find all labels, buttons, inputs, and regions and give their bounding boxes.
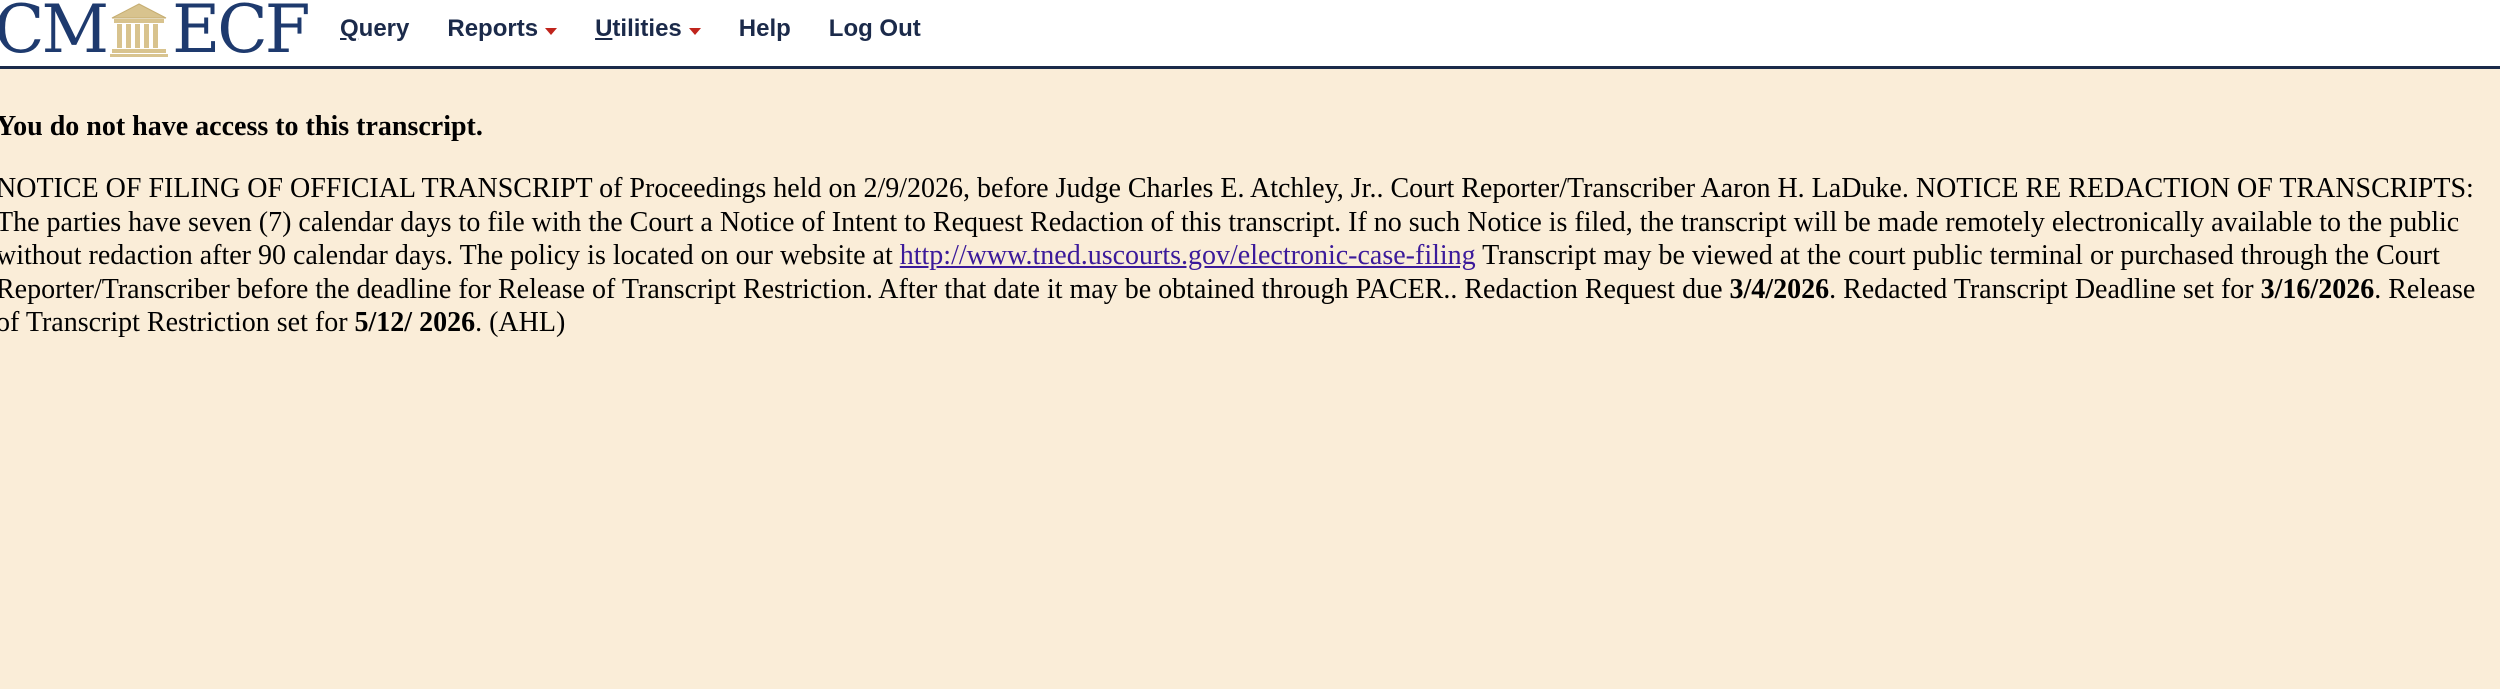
notice-text-3: . Redacted Transcript Deadline set for xyxy=(1829,273,2261,305)
menu-utilities-label: tilities xyxy=(612,15,682,42)
menu-reports-label: Reports xyxy=(447,15,539,42)
notice-text-5: . (AHL) xyxy=(475,307,566,338)
release-restriction-date: 5/12/ 2026 xyxy=(354,307,476,338)
logo-text-right: ECF xyxy=(172,0,310,68)
court-website-link[interactable]: http://www.tned.uscourts.gov/electronic-… xyxy=(900,240,1476,271)
main-menu: Query Reports Utilities Help Log Out xyxy=(340,0,959,58)
menu-utilities[interactable]: Utilities xyxy=(595,15,701,43)
access-denied-message: You do not have access to this transcrip… xyxy=(0,111,483,142)
menu-query-accesskey: Q xyxy=(340,15,359,42)
transcript-notice: NOTICE OF FILING OF OFFICIAL TRANSCRIPT … xyxy=(0,172,2490,340)
menu-logout[interactable]: Log Out xyxy=(829,15,921,43)
chevron-down-icon xyxy=(545,28,558,35)
menu-query-label: uery xyxy=(358,15,410,42)
cmecf-logo[interactable]: CM ECF xyxy=(0,0,311,68)
menu-logout-label: Log Out xyxy=(828,15,921,42)
courthouse-icon xyxy=(110,3,169,57)
logo-text-left: CM xyxy=(0,0,109,68)
redacted-transcript-deadline: 3/16/2026 xyxy=(2260,273,2375,305)
menu-query[interactable]: Query xyxy=(340,15,409,43)
menu-utilities-accesskey: U xyxy=(595,15,613,42)
menu-reports[interactable]: Reports xyxy=(447,15,558,43)
main-content: You do not have access to this transcrip… xyxy=(0,108,2492,340)
redaction-request-due-date: 3/4/2026 xyxy=(1729,273,1830,305)
top-navigation-bar: CM ECF Query Reports Utilities Help Log … xyxy=(0,0,2500,69)
menu-help-label: Help xyxy=(738,15,791,42)
menu-help[interactable]: Help xyxy=(739,15,791,43)
chevron-down-icon xyxy=(688,28,701,35)
